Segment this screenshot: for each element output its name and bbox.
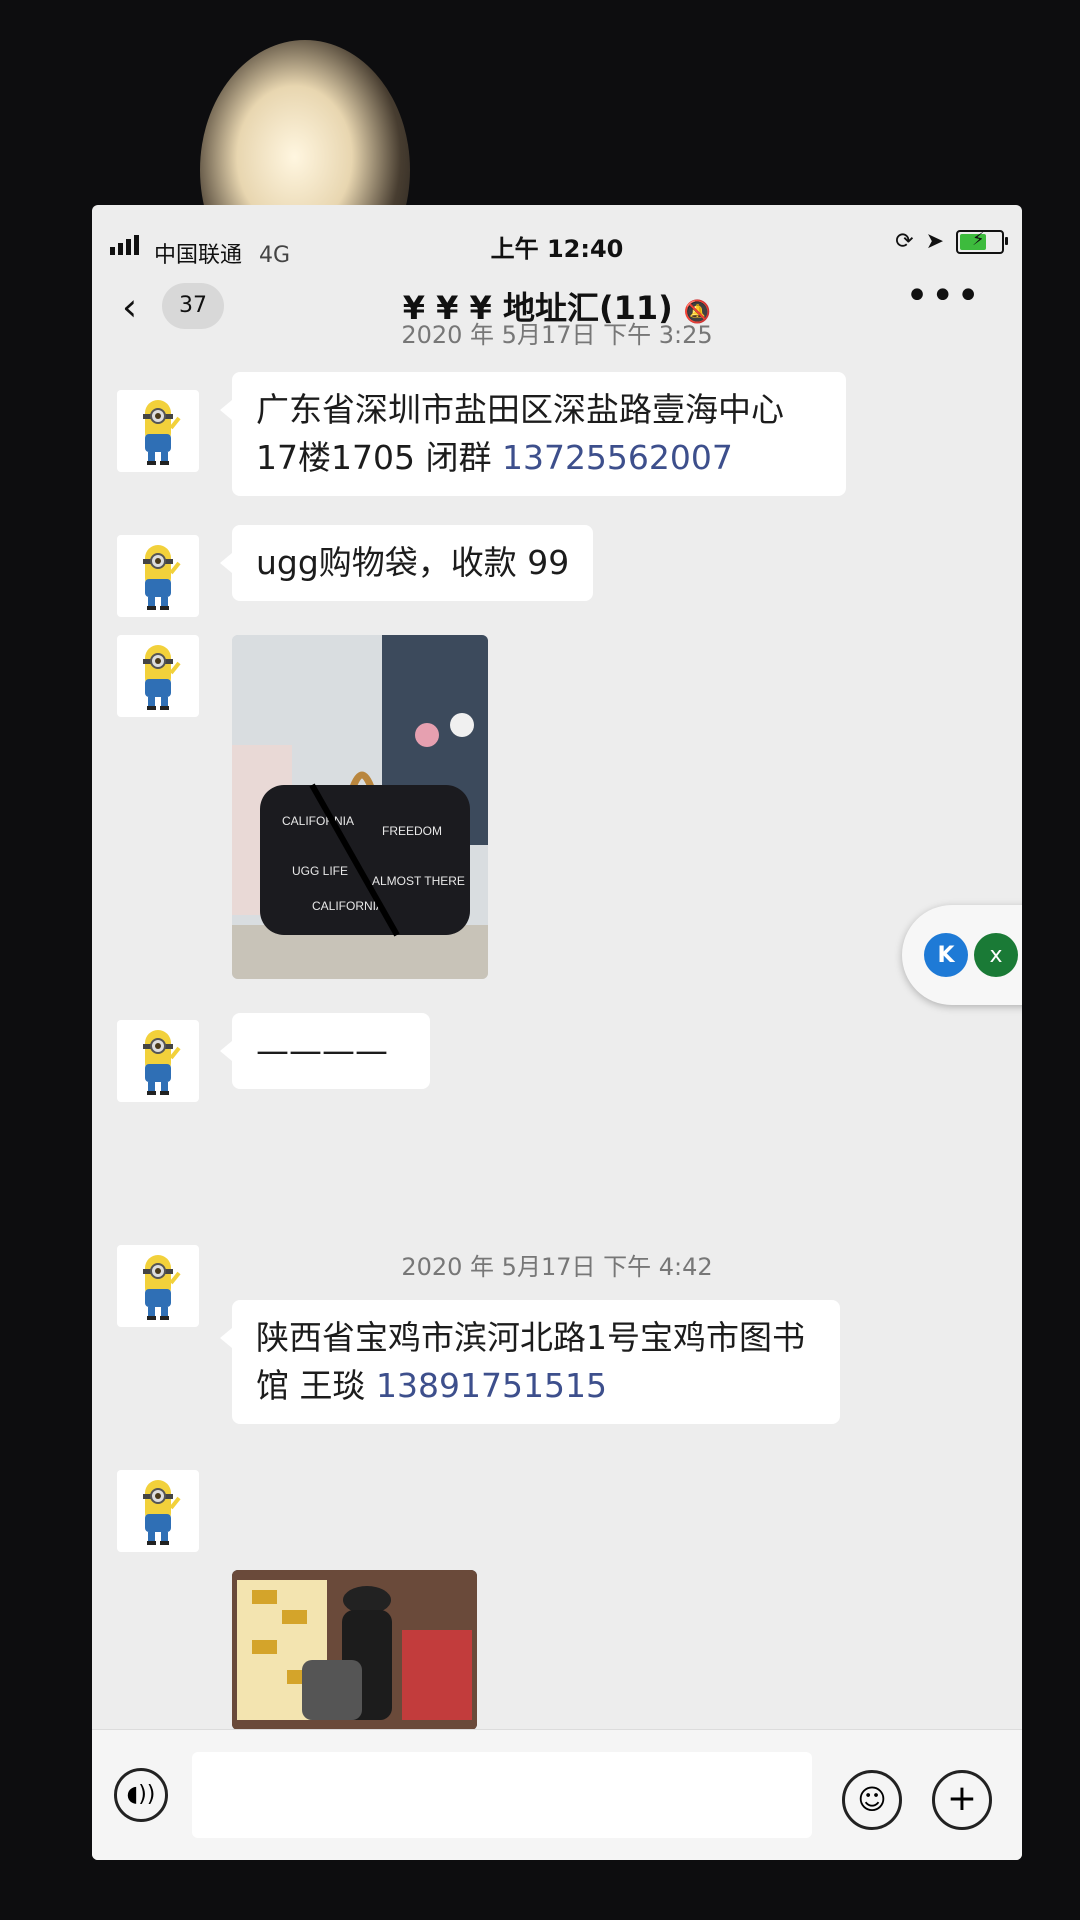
minion-avatar-icon (143, 645, 181, 710)
avatar[interactable] (117, 535, 199, 617)
svg-text:CALIFORNIA: CALIFORNIA (312, 899, 384, 913)
phone-link[interactable]: 13725562007 (502, 438, 733, 477)
timestamp: 2020 年 5月17日 下午 4:42 (401, 1253, 713, 1281)
more-options-button[interactable]: ••• (905, 273, 982, 319)
location-icon: ➤ (925, 229, 944, 254)
avatar[interactable] (117, 635, 199, 717)
shopper-photo[interactable] (232, 1570, 477, 1730)
message-input[interactable] (192, 1752, 812, 1838)
shop-image (232, 1570, 477, 1730)
svg-text:CALIFORNIA: CALIFORNIA (282, 814, 354, 828)
message-text: ———— (256, 1031, 388, 1070)
timestamp: 2020 年 5月17日 下午 3:25 (401, 321, 713, 349)
message-bubble[interactable]: 陕西省宝鸡市滨河北路1号宝鸡市图书馆 王琰 13891751515 (220, 1300, 840, 1424)
avatar[interactable] (117, 390, 199, 472)
phone-link[interactable]: 13891751515 (376, 1366, 607, 1405)
minion-avatar-icon (143, 545, 181, 610)
minion-avatar-icon (143, 1480, 181, 1545)
chat-screen: 中国联通 4G 上午 12:40 ⟳ ➤ ⚡ ‹ 37 ¥ ¥ ¥ 地址汇(11… (92, 205, 1022, 1860)
avatar[interactable] (117, 1020, 199, 1102)
message-bubble[interactable]: ugg购物袋，收款 99 (219, 525, 594, 601)
minion-avatar-icon (143, 400, 181, 465)
bag-image: CALIFORNIA FREEDOM UGG LIFE ALMOST THERE C… (232, 635, 488, 979)
ugg-bag-photo[interactable]: CALIFORNIA FREEDOM UGG LIFE ALMOST THERE C… (232, 635, 488, 979)
voice-input-icon[interactable]: ◖)) (114, 1768, 168, 1822)
close-x-icon[interactable]: x (974, 933, 1018, 977)
minion-avatar-icon (143, 1255, 181, 1320)
minion-avatar-icon (143, 1030, 181, 1095)
avatar[interactable] (117, 1470, 199, 1552)
floating-widget[interactable]: K x (902, 905, 1022, 1005)
status-time: 上午 12:40 (490, 235, 624, 263)
message-text: ugg购物袋，收款 99 (256, 543, 570, 582)
svg-text:FREEDOM: FREEDOM (382, 824, 442, 838)
avatar[interactable] (117, 1245, 199, 1327)
message-bubble[interactable]: ———— (220, 1013, 430, 1089)
message-input-bar: ◖)) ☺ + (92, 1729, 1022, 1860)
svg-text:UGG LIFE: UGG LIFE (292, 864, 348, 878)
svg-text:ALMOST THERE: ALMOST THERE (372, 874, 465, 888)
rotation-lock-icon: ⟳ (895, 229, 914, 254)
emoji-icon[interactable]: ☺ (842, 1770, 902, 1830)
battery-icon: ⚡ (956, 229, 1008, 254)
status-bar: 中国联通 4G 上午 12:40 ⟳ ➤ ⚡ (92, 205, 1022, 268)
k-app-icon[interactable]: K (924, 933, 968, 977)
add-plus-icon[interactable]: + (932, 1770, 992, 1830)
message-bubble[interactable]: 广东省深圳市盐田区深盐路壹海中心17楼1705 闭群 13725562007 (220, 372, 846, 496)
